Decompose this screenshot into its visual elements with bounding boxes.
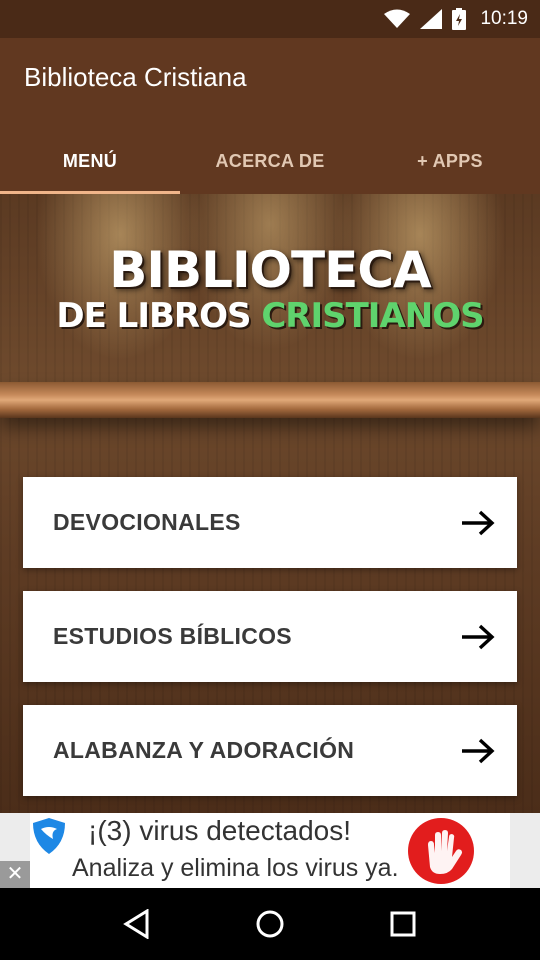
ad-headline: ¡(3) virus detectados! xyxy=(88,815,351,846)
tab-bar: MENÚ ACERCA DE + APPS xyxy=(0,128,540,194)
shield-icon xyxy=(33,818,65,854)
recents-button[interactable] xyxy=(373,894,433,954)
wooden-shelf xyxy=(0,382,540,418)
app-bar: Biblioteca Cristiana MENÚ ACERCA DE + AP… xyxy=(0,38,540,194)
menu-item-label: ALABANZA Y ADORACIÓN xyxy=(53,737,355,763)
ad-content[interactable]: ¡(3) virus detectados! Analiza y elimina… xyxy=(30,813,510,888)
logo-subtitle-green: CRISTIANOS xyxy=(261,296,484,336)
menu-item-label: ESTUDIOS BÍBLICOS xyxy=(53,623,292,649)
tab-apps[interactable]: + APPS xyxy=(360,128,540,194)
menu-item-alabanza-adoracion[interactable]: ALABANZA Y ADORACIÓN xyxy=(23,705,517,796)
library-logo: BIBLIOTECA DE LIBROS CRISTIANOS xyxy=(0,244,540,336)
ad-description: Analiza y elimina los virus ya. xyxy=(72,854,399,882)
ad-close-button[interactable]: ✕ xyxy=(0,861,30,888)
logo-subtitle: DE LIBROS CRISTIANOS xyxy=(0,296,540,336)
tab-menu[interactable]: MENÚ xyxy=(0,128,180,194)
arrow-right-icon xyxy=(462,624,495,649)
arrow-right-icon xyxy=(462,510,495,535)
menu-item-label: DEVOCIONALES xyxy=(53,509,241,535)
stop-hand-icon xyxy=(408,818,474,884)
home-button[interactable] xyxy=(240,894,300,954)
back-icon xyxy=(122,909,149,939)
recents-icon xyxy=(390,911,416,937)
back-button[interactable] xyxy=(107,894,167,954)
tab-about[interactable]: ACERCA DE xyxy=(180,128,360,194)
ad-banner[interactable]: ¡(3) virus detectados! Analiza y elimina… xyxy=(0,813,540,888)
app-title: Biblioteca Cristiana xyxy=(24,62,247,92)
battery-icon xyxy=(452,8,467,30)
system-nav-bar xyxy=(0,888,540,960)
status-bar: 10:19 xyxy=(0,0,540,38)
logo-title: BIBLIOTECA xyxy=(109,241,431,299)
menu-item-devocionales[interactable]: DEVOCIONALES xyxy=(23,477,517,568)
logo-subtitle-white: DE LIBROS xyxy=(56,296,251,336)
signal-icon xyxy=(420,9,443,29)
wifi-icon xyxy=(384,9,411,28)
home-icon xyxy=(256,910,284,938)
arrow-right-icon xyxy=(462,738,495,763)
menu-item-estudios-biblicos[interactable]: ESTUDIOS BÍBLICOS xyxy=(23,591,517,682)
clock: 10:19 xyxy=(480,8,528,29)
content-area: BIBLIOTECA DE LIBROS CRISTIANOS DEVOCION… xyxy=(0,194,540,813)
